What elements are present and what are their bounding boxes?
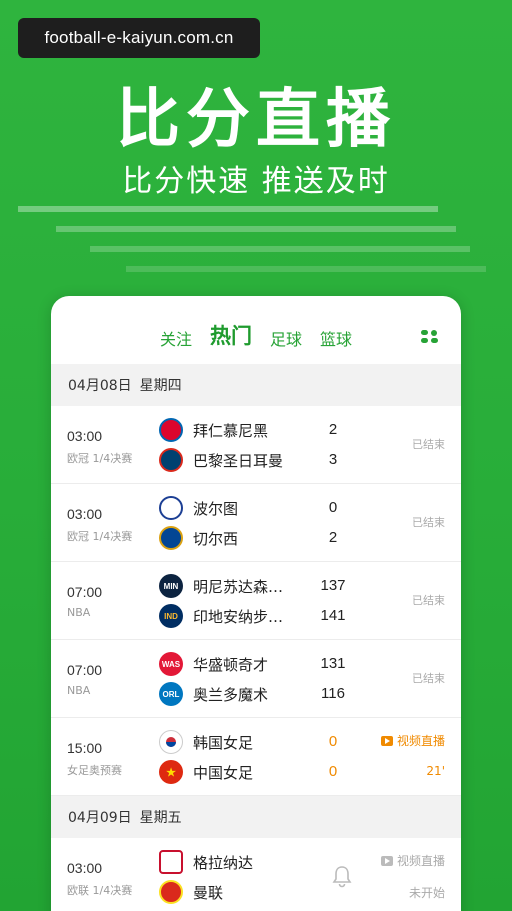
tab-follow[interactable]: 关注 xyxy=(151,326,201,350)
match-time: 03:00 xyxy=(67,506,103,522)
porto-logo-icon xyxy=(159,496,183,520)
date-header: 04月09日 星期五 xyxy=(51,796,461,838)
match-league: NBA xyxy=(67,606,91,619)
team-name: 明尼苏达森… xyxy=(193,577,284,596)
match-row[interactable]: 07:00 NBA MIN 明尼苏达森… IND 印地安纳步… 137 141 … xyxy=(51,562,461,640)
wizards-logo-icon: WAS xyxy=(159,652,183,676)
video-live-label: 视频直播 xyxy=(396,734,445,748)
date-header: 04月08日 星期四 xyxy=(51,364,461,406)
home-score: 2 xyxy=(328,421,338,438)
magic-logo-icon: ORL xyxy=(159,682,183,706)
date-label: 04月09日 xyxy=(68,810,132,826)
away-team: 巴黎圣日耳曼 xyxy=(159,448,303,472)
app-screen: 关注 热门 足球 篮球 04月08日 星期四 03:00 欧冠 1/4决赛 拜仁… xyxy=(51,296,461,911)
pacers-logo-icon: IND xyxy=(159,604,183,628)
weekday-label: 星期四 xyxy=(139,378,182,394)
bell-icon[interactable] xyxy=(331,864,353,888)
match-status: 已结束 xyxy=(412,594,445,607)
team-name: 波尔图 xyxy=(193,499,239,518)
home-score: 137 xyxy=(320,577,346,594)
timberwolves-logo-icon: MIN xyxy=(159,574,183,598)
korea-flag-icon xyxy=(159,730,183,754)
away-score: 3 xyxy=(328,451,338,468)
away-score: 0 xyxy=(328,763,338,780)
team-name: 奥兰多魔术 xyxy=(193,685,269,704)
match-row[interactable]: 03:00 欧冠 1/4决赛 波尔图 切尔西 0 2 已结束 xyxy=(51,484,461,562)
match-status: 已结束 xyxy=(412,516,445,529)
live-minute: 21' xyxy=(426,764,445,778)
video-live-label: 视频直播 xyxy=(396,854,445,868)
weekday-label: 星期五 xyxy=(139,810,182,826)
home-team: 波尔图 xyxy=(159,496,303,520)
match-row[interactable]: 03:00 欧冠 1/4决赛 拜仁慕尼黑 巴黎圣日耳曼 2 3 已结束 xyxy=(51,406,461,484)
grid-menu-icon[interactable] xyxy=(421,330,439,344)
man-united-logo-icon xyxy=(159,880,183,904)
match-time: 07:00 xyxy=(67,584,103,600)
match-time: 03:00 xyxy=(67,428,103,444)
team-name: 印地安纳步… xyxy=(193,607,284,626)
team-name: 巴黎圣日耳曼 xyxy=(193,451,284,470)
match-league: NBA xyxy=(67,684,91,697)
date-label: 04月08日 xyxy=(68,378,132,394)
decor-stripe xyxy=(18,206,438,212)
decor-stripe xyxy=(126,266,486,272)
decor-stripe xyxy=(56,226,456,232)
home-team: 格拉纳达 xyxy=(159,850,303,874)
home-team: WAS 华盛顿奇才 xyxy=(159,652,303,676)
video-live-button[interactable]: 视频直播 xyxy=(380,852,445,869)
away-team: ORL 奥兰多魔术 xyxy=(159,682,303,706)
team-name: 拜仁慕尼黑 xyxy=(193,421,269,440)
away-score: 141 xyxy=(320,607,346,624)
play-icon xyxy=(380,855,393,866)
tab-football[interactable]: 足球 xyxy=(261,326,311,350)
tab-bar: 关注 热门 足球 篮球 xyxy=(51,296,461,364)
match-status: 已结束 xyxy=(412,438,445,451)
granada-logo-icon xyxy=(159,850,183,874)
away-team: IND 印地安纳步… xyxy=(159,604,303,628)
home-team: 拜仁慕尼黑 xyxy=(159,418,303,442)
team-name: 格拉纳达 xyxy=(193,853,254,872)
match-league: 女足奥预赛 xyxy=(67,764,122,777)
home-team: 韩国女足 xyxy=(159,730,303,754)
china-flag-icon: ★ xyxy=(159,760,183,784)
team-name: 曼联 xyxy=(193,883,224,902)
home-score: 0 xyxy=(328,499,338,516)
match-league: 欧冠 1/4决赛 xyxy=(67,530,133,543)
match-row[interactable]: 15:00 女足奥预赛 韩国女足 ★ 中国女足 0 0 视频直播 21' xyxy=(51,718,461,796)
match-status: 未开始 xyxy=(408,886,445,900)
team-name: 中国女足 xyxy=(193,763,254,782)
chelsea-logo-icon xyxy=(159,526,183,550)
match-league: 欧冠 1/4决赛 xyxy=(67,452,133,465)
bayern-logo-icon xyxy=(159,418,183,442)
match-status: 已结束 xyxy=(412,672,445,685)
home-score: 131 xyxy=(320,655,346,672)
match-time: 03:00 xyxy=(67,860,103,876)
hero-title: 比分直播 xyxy=(116,83,396,157)
match-time: 07:00 xyxy=(67,662,103,678)
match-time: 15:00 xyxy=(67,740,103,756)
play-icon xyxy=(380,735,393,746)
away-score: 116 xyxy=(321,685,345,702)
hero-subtitle: 比分快速 推送及时 xyxy=(122,164,390,199)
away-team: 曼联 xyxy=(159,880,303,904)
home-team: MIN 明尼苏达森… xyxy=(159,574,303,598)
away-team: 切尔西 xyxy=(159,526,303,550)
home-score: 0 xyxy=(328,733,338,750)
decor-stripe xyxy=(90,246,470,252)
match-row[interactable]: 07:00 NBA WAS 华盛顿奇才 ORL 奥兰多魔术 131 116 已结… xyxy=(51,640,461,718)
psg-logo-icon xyxy=(159,448,183,472)
tab-hot[interactable]: 热门 xyxy=(201,320,261,350)
video-live-button[interactable]: 视频直播 xyxy=(380,732,445,749)
team-name: 华盛顿奇才 xyxy=(193,655,269,674)
away-team: ★ 中国女足 xyxy=(159,760,303,784)
team-name: 韩国女足 xyxy=(193,733,254,752)
team-name: 切尔西 xyxy=(193,529,239,548)
away-score: 2 xyxy=(328,529,338,546)
match-league: 欧联 1/4决赛 xyxy=(67,884,133,897)
tab-basketball[interactable]: 篮球 xyxy=(311,326,361,350)
match-row[interactable]: 03:00 欧联 1/4决赛 格拉纳达 曼联 视频直播 未开始 xyxy=(51,838,461,911)
watermark-url: football-e-kaiyun.com.cn xyxy=(18,18,260,58)
